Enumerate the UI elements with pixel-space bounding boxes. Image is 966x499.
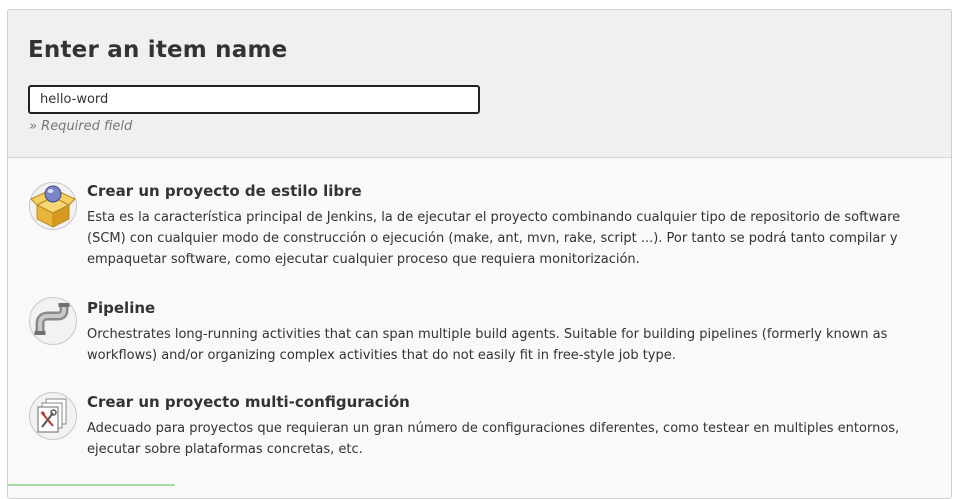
item-name-header: Enter an item name » Required field xyxy=(8,10,951,158)
multi-configuration-icon xyxy=(29,392,77,440)
new-item-panel: Enter an item name » Required field Crea… xyxy=(7,9,952,499)
item-description: Orchestrates long-running activities tha… xyxy=(87,327,888,363)
item-description: Adecuado para proyectos que requieran un… xyxy=(87,421,900,457)
item-type-freestyle[interactable]: Crear un proyecto de estilo libre Esta e… xyxy=(8,178,951,278)
freestyle-package-icon xyxy=(29,182,77,230)
item-title: Crear un proyecto multi-configuración xyxy=(87,393,410,411)
pipeline-pipe-icon xyxy=(29,297,77,345)
page-title: Enter an item name xyxy=(28,37,288,63)
item-title: Crear un proyecto de estilo libre xyxy=(87,182,362,200)
required-field-note: » Required field xyxy=(29,119,133,134)
item-type-pipeline[interactable]: Pipeline Orchestrates long-running activ… xyxy=(8,294,951,374)
item-title: Pipeline xyxy=(87,299,156,317)
item-name-input[interactable] xyxy=(28,85,480,114)
item-type-multi-configuration[interactable]: Crear un proyecto multi-configuración Ad… xyxy=(8,388,951,468)
item-description: Esta es la característica principal de J… xyxy=(87,210,901,267)
